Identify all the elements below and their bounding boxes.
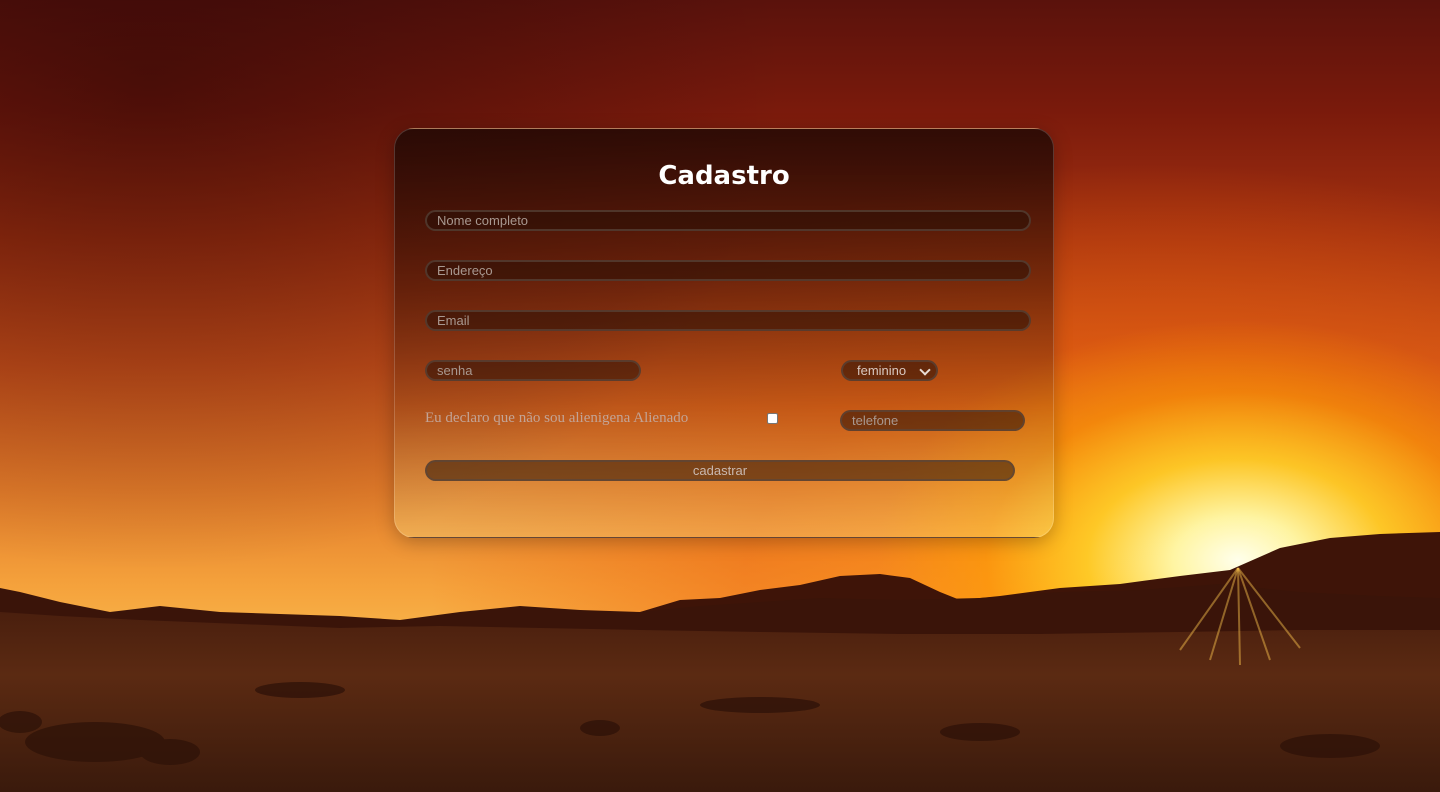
password-input[interactable]: senha <box>425 360 641 381</box>
submit-button[interactable]: cadastrar <box>425 460 1015 481</box>
gender-selected-value: feminino <box>857 363 907 378</box>
email-input[interactable]: Email <box>425 310 1031 331</box>
phone-input[interactable]: telefone <box>840 410 1025 431</box>
full-name-input[interactable]: Nome completo <box>425 210 1031 231</box>
declaration-checkbox[interactable] <box>767 413 778 424</box>
phone-placeholder: telefone <box>852 413 899 428</box>
password-placeholder: senha <box>437 363 473 378</box>
signup-card: Cadastro Nome completo Endereço Email se… <box>394 128 1054 538</box>
submit-button-label: cadastrar <box>692 463 748 478</box>
full-name-placeholder: Nome completo <box>437 213 529 228</box>
email-placeholder: Email <box>437 313 470 328</box>
declaration-label: Eu declaro que não sou alienigena Aliena… <box>425 410 689 426</box>
address-placeholder: Endereço <box>437 263 493 278</box>
form-title: Cadastro <box>658 161 790 191</box>
gender-select[interactable]: feminino <box>841 360 938 381</box>
address-input[interactable]: Endereço <box>425 260 1031 281</box>
chevron-down-icon <box>919 364 931 376</box>
